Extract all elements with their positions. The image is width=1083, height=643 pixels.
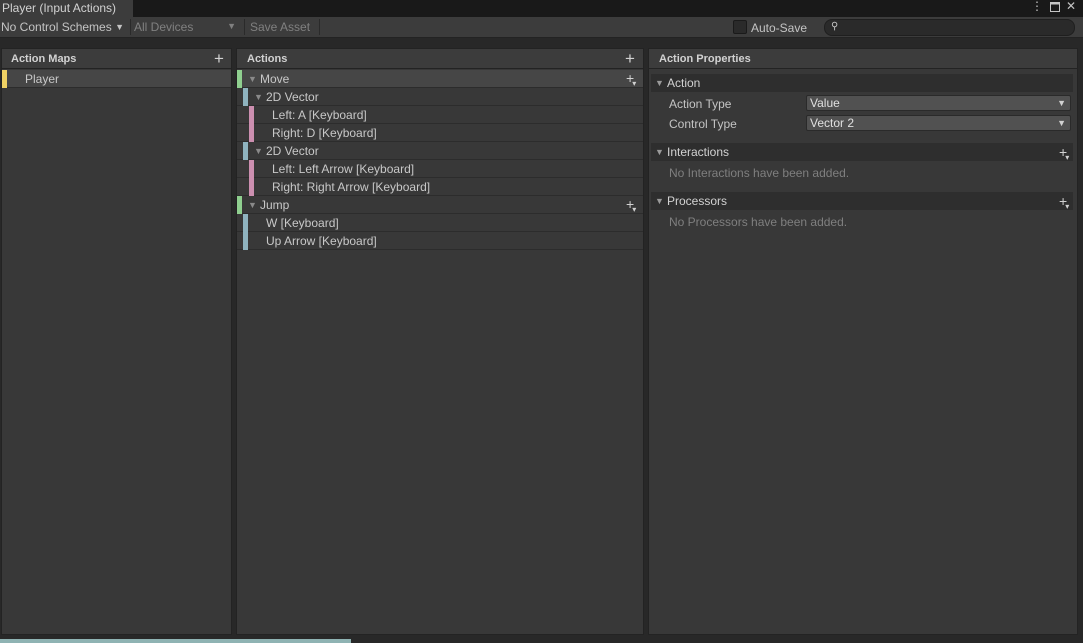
control-schemes-dropdown[interactable]: No Control Schemes ▼ <box>1 17 124 37</box>
add-interaction-icon[interactable]: +▾ <box>1059 144 1071 163</box>
list-item[interactable]: Player <box>2 70 231 88</box>
plus-icon[interactable]: + <box>214 50 224 67</box>
color-bar <box>249 124 254 142</box>
control-type-value: Vector 2 <box>810 116 855 130</box>
action-type-dropdown[interactable]: Value ▼ <box>806 95 1071 111</box>
color-bar <box>249 160 254 178</box>
add-processor-icon[interactable]: +▾ <box>1059 193 1071 212</box>
color-bar <box>243 214 248 232</box>
color-bar <box>237 70 242 88</box>
control-schemes-label: No Control Schemes <box>1 20 112 34</box>
auto-save-label: Auto-Save <box>751 21 808 35</box>
action-label: Move <box>260 72 290 86</box>
save-asset-button[interactable]: Save Asset <box>250 17 310 37</box>
actions-title: Actions <box>247 53 288 65</box>
action-properties-header: Action Properties <box>649 49 1077 69</box>
expand-triangle-icon[interactable]: ▼ <box>248 70 257 88</box>
chevron-down-icon: ▼ <box>1057 98 1066 108</box>
action-properties-title: Action Properties <box>659 53 751 65</box>
processors-section-title: Processors <box>667 194 728 208</box>
tree-row-composite[interactable]: ▼ 2D Vector <box>237 142 643 160</box>
add-binding-icon[interactable]: +▾ <box>626 70 638 89</box>
color-bar <box>243 88 248 106</box>
control-type-label: Control Type <box>669 117 737 131</box>
toolbar-divider <box>319 19 320 35</box>
devices-label: All Devices <box>134 20 194 34</box>
devices-dropdown[interactable]: All Devices ▼ <box>134 17 238 37</box>
tree-row-part[interactable]: Right: D [Keyboard] <box>237 124 643 142</box>
interactions-section-title: Interactions <box>667 145 730 159</box>
vertical-dots-icon[interactable]: ⋮ <box>1030 0 1044 14</box>
binding-label: W [Keyboard] <box>266 216 339 230</box>
interactions-empty-message: No Interactions have been added. <box>669 166 850 180</box>
window-tab-title: Player (Input Actions) <box>2 1 117 15</box>
binding-label: Right: Right Arrow [Keyboard] <box>272 180 431 194</box>
action-type-value: Value <box>810 96 840 110</box>
status-progress-bar <box>0 639 351 643</box>
tree-row-binding[interactable]: W [Keyboard] <box>237 214 643 232</box>
interactions-section-header[interactable]: ▼ Interactions +▾ <box>651 143 1073 163</box>
color-bar <box>2 70 7 88</box>
composite-label: 2D Vector <box>266 90 319 104</box>
binding-label: Right: D [Keyboard] <box>272 126 377 140</box>
tree-row-action[interactable]: ▼ Move +▾ <box>237 70 643 88</box>
search-input[interactable]: ⚲ <box>824 19 1075 36</box>
processors-section-header[interactable]: ▼ Processors +▾ <box>651 192 1073 212</box>
expand-triangle-icon[interactable]: ▼ <box>248 196 257 214</box>
tree-row-binding[interactable]: Up Arrow [Keyboard] <box>237 232 643 250</box>
toolbar-divider <box>130 19 131 35</box>
color-bar <box>243 232 248 250</box>
control-type-dropdown[interactable]: Vector 2 ▼ <box>806 115 1071 131</box>
composite-label: 2D Vector <box>266 144 319 158</box>
auto-save-checkbox[interactable] <box>733 20 747 34</box>
tree-row-composite[interactable]: ▼ 2D Vector <box>237 88 643 106</box>
add-binding-icon[interactable]: +▾ <box>626 196 638 215</box>
action-label: Jump <box>260 198 290 212</box>
toolbar-divider <box>244 19 245 35</box>
action-section-header[interactable]: ▼ Action <box>651 74 1073 92</box>
color-bar <box>249 178 254 196</box>
expand-triangle-icon: ▼ <box>655 196 664 206</box>
action-section-title: Action <box>667 76 701 90</box>
chevron-down-icon: ▼ <box>115 22 124 32</box>
action-maps-header: Action Maps <box>2 49 231 69</box>
color-bar <box>237 196 242 214</box>
chevron-down-icon: ▼ <box>1057 118 1066 128</box>
plus-icon[interactable]: + <box>625 50 635 67</box>
search-icon: ⚲ <box>831 21 839 32</box>
expand-triangle-icon: ▼ <box>655 147 664 157</box>
action-maps-pane: Action Maps + Player <box>1 48 232 635</box>
tree-row-part[interactable]: Right: Right Arrow [Keyboard] <box>237 178 643 196</box>
expand-triangle-icon[interactable]: ▼ <box>254 88 263 106</box>
color-bar <box>249 106 254 124</box>
binding-label: Left: Left Arrow [Keyboard] <box>272 162 415 176</box>
save-asset-label: Save Asset <box>250 20 311 34</box>
action-maps-title: Action Maps <box>11 53 77 65</box>
action-type-label: Action Type <box>669 97 732 111</box>
color-bar <box>243 142 248 160</box>
chevron-down-icon: ▼ <box>227 21 236 31</box>
maximize-icon[interactable] <box>1048 0 1062 14</box>
action-map-label: Player <box>25 72 60 86</box>
binding-label: Left: A [Keyboard] <box>272 108 367 122</box>
expand-triangle-icon: ▼ <box>655 78 664 88</box>
actions-pane: Actions + ▼ Move +▾ ▼ 2D Vector Left: A … <box>236 48 644 635</box>
expand-triangle-icon[interactable]: ▼ <box>254 142 263 160</box>
processors-empty-message: No Processors have been added. <box>669 215 848 229</box>
action-properties-pane: Action Properties ▼ Action Action Type V… <box>648 48 1078 635</box>
tab-bar: Player (Input Actions) ⋮ ✕ <box>0 0 1083 17</box>
actions-header: Actions <box>237 49 643 69</box>
tree-row-action[interactable]: ▼ Jump +▾ <box>237 196 643 214</box>
tree-row-part[interactable]: Left: Left Arrow [Keyboard] <box>237 160 643 178</box>
tree-row-part[interactable]: Left: A [Keyboard] <box>237 106 643 124</box>
close-icon[interactable]: ✕ <box>1064 0 1078 14</box>
window-tab[interactable]: Player (Input Actions) <box>0 0 134 17</box>
binding-label: Up Arrow [Keyboard] <box>266 234 377 248</box>
